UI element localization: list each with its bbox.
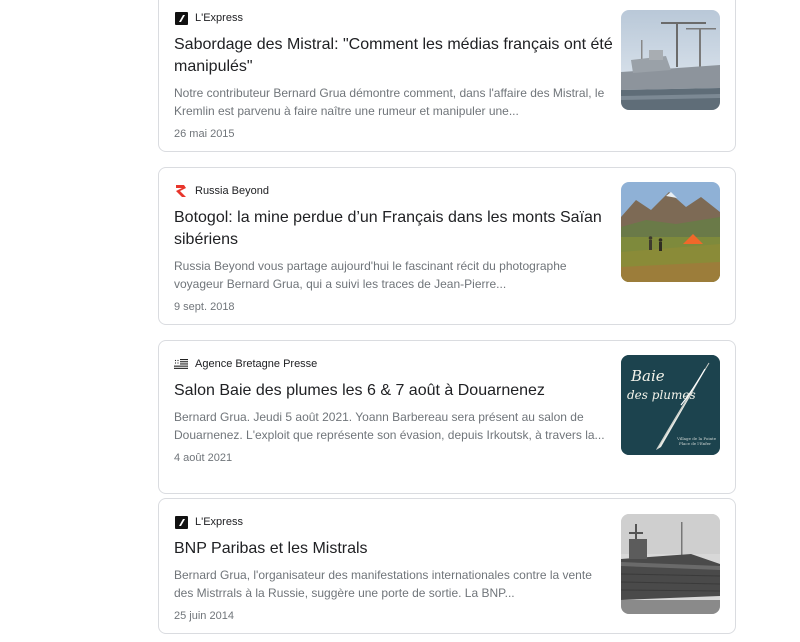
news-source-name: L'Express [195, 12, 243, 24]
news-card-text: L'Express Sabordage des Mistral: "Commen… [174, 10, 614, 140]
news-date: 9 sept. 2018 [174, 301, 235, 313]
news-title-link[interactable]: Botogol: la mine perdue d’un Français da… [174, 207, 614, 251]
baie-des-plumes-poster-thumbnail[interactable]: Baie des plumes Village de la Pointe Pla… [621, 355, 720, 455]
news-snippet: Notre contributeur Bernard Grua démontre… [174, 86, 605, 118]
poster-title-line2: des plumes [627, 388, 696, 402]
news-date: 26 mai 2015 [174, 128, 235, 140]
news-title-link[interactable]: Sabordage des Mistral: "Comment les médi… [174, 34, 614, 78]
news-card[interactable]: Agence Bretagne Presse Salon Baie des pl… [158, 340, 736, 494]
news-card-text: Agence Bretagne Presse Salon Baie des pl… [174, 356, 614, 464]
news-source: Russia Beyond [174, 183, 614, 199]
news-source: L'Express [174, 10, 614, 26]
news-snippet: Bernard Grua. Jeudi 5 août 2021. Yoann B… [174, 410, 605, 442]
news-source-name: L'Express [195, 516, 243, 528]
news-source-name: Agence Bretagne Presse [195, 358, 318, 370]
news-date: 4 août 2021 [174, 452, 233, 464]
news-source: L'Express [174, 514, 614, 530]
news-snippet: Bernard Grua, l'organisateur des manifes… [174, 568, 592, 600]
news-title-link[interactable]: Salon Baie des plumes les 6 & 7 août à D… [174, 380, 614, 402]
agence-bretagne-presse-flag-icon [174, 357, 188, 371]
warship-bw-thumbnail[interactable] [621, 514, 720, 614]
news-source-name: Russia Beyond [195, 185, 269, 197]
mountain-camp-thumbnail[interactable] [621, 182, 720, 282]
lexpress-logo-icon [174, 515, 188, 529]
poster-caption-line2: Place de l'Enfer [679, 441, 711, 446]
russia-beyond-logo-icon [174, 184, 188, 198]
news-card[interactable]: L'Express BNP Paribas et les Mistrals Be… [158, 498, 736, 634]
news-card[interactable]: L'Express Sabordage des Mistral: "Commen… [158, 0, 736, 152]
poster-title-line1: Baie [630, 367, 665, 385]
news-card-text: L'Express BNP Paribas et les Mistrals Be… [174, 514, 614, 622]
warship-construction-thumbnail[interactable] [621, 10, 720, 110]
news-card[interactable]: Russia Beyond Botogol: la mine perdue d’… [158, 167, 736, 325]
news-card-text: Russia Beyond Botogol: la mine perdue d’… [174, 183, 614, 313]
news-snippet: Russia Beyond vous partage aujourd'hui l… [174, 259, 567, 291]
news-title-link[interactable]: BNP Paribas et les Mistrals [174, 538, 614, 560]
news-date: 25 juin 2014 [174, 610, 234, 622]
news-source: Agence Bretagne Presse [174, 356, 614, 372]
lexpress-logo-icon [174, 11, 188, 25]
